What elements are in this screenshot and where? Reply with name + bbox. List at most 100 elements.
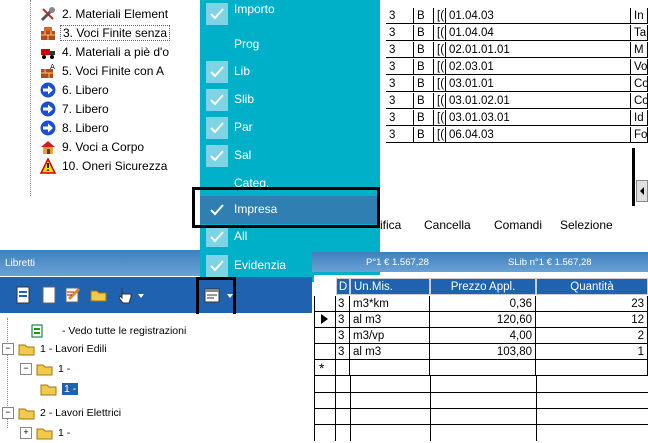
row-selector[interactable] xyxy=(314,312,336,328)
libretti-toolbar xyxy=(0,277,312,313)
row-selector[interactable] xyxy=(314,344,336,360)
column-header-d[interactable]: D xyxy=(336,278,350,295)
table-cell: B xyxy=(414,8,434,24)
tools-icon xyxy=(40,6,56,22)
table-cell: 02.01.01.01 xyxy=(446,42,631,58)
table-row[interactable]: 3 B [( 03.01.03.01 Id xyxy=(380,110,648,127)
table-row[interactable]: 3 B [( 03.01.01 Co xyxy=(380,76,648,93)
table-row[interactable]: 3 B [( 06.04.03 Fo xyxy=(380,127,648,144)
column-header-prezzo-appl[interactable]: Prezzo Appl. xyxy=(430,278,536,295)
table-row[interactable]: 3 al m3 103,80 1 xyxy=(314,344,648,360)
voci-grid: 3 B [( 01.04.03 In 3 B [( 01.04.04 Ta 3 … xyxy=(380,0,648,206)
menu-item-slib[interactable]: Slib xyxy=(200,86,380,114)
check-icon xyxy=(206,145,228,167)
tree-item-materiali-elementari[interactable]: 2. Materiali Element xyxy=(40,4,170,23)
table-row[interactable]: 3 B [( 01.04.03 In xyxy=(380,8,648,25)
menu-item-lib[interactable]: Lib xyxy=(200,58,380,86)
table-cell: 12 xyxy=(536,312,648,328)
collapse-icon[interactable]: − xyxy=(20,363,32,375)
dropdown-arrow-icon[interactable] xyxy=(136,286,146,304)
tree-item-oneri-sicurezza[interactable]: 10. Oneri Sicurezza xyxy=(39,156,169,175)
document-icon[interactable] xyxy=(14,286,32,304)
table-cell: B xyxy=(414,110,434,126)
table-row[interactable]: 3 B [( 02.03.01 Vo xyxy=(380,59,648,76)
table-cell: m3*km xyxy=(350,296,430,312)
tree-item-lavori-elettrici[interactable]: − 2 - Lavori Elettrici xyxy=(2,404,121,422)
table-cell: al m3 xyxy=(350,344,430,360)
warning-icon xyxy=(39,156,57,174)
menu-item-all[interactable]: All xyxy=(200,226,380,250)
blue-arrow-icon xyxy=(40,120,56,136)
menu-comandi[interactable]: Comandi xyxy=(494,218,542,232)
new-page-icon[interactable] xyxy=(40,286,58,304)
table-cell: B xyxy=(414,93,434,109)
tree-item-libero-7[interactable]: 7. Libero xyxy=(40,99,111,118)
check-icon xyxy=(206,117,228,139)
pointer-icon[interactable] xyxy=(116,286,134,304)
collapse-icon[interactable]: − xyxy=(2,407,14,419)
folder-open-icon[interactable] xyxy=(90,286,108,304)
edit-icon[interactable] xyxy=(64,286,82,304)
tree-item-elettrici-sub-1[interactable]: + 1 - xyxy=(20,424,70,442)
table-cell: [( xyxy=(434,8,446,24)
table-cell: 2 xyxy=(536,328,648,344)
tree-item-sub-1-1[interactable]: 1 - xyxy=(40,380,79,398)
table-cell: 3 xyxy=(386,127,414,143)
blue-arrow-icon xyxy=(40,101,56,117)
table-row[interactable]: 3 m3*km 0,36 23 xyxy=(314,296,648,312)
current-row-arrow-icon xyxy=(321,314,328,324)
tree-item-voci-a-corpo[interactable]: 9. Voci a Corpo xyxy=(40,137,146,156)
table-cell: 3 xyxy=(336,296,350,312)
menu-item-sal[interactable]: Sal xyxy=(200,142,380,170)
tree-item-sub-1[interactable]: − 1 - xyxy=(20,360,70,378)
blue-arrow-icon xyxy=(40,82,56,98)
menu-item-importo[interactable]: Importo xyxy=(200,0,380,28)
tree-item-lavori-edili[interactable]: − 1 - Lavori Edili xyxy=(2,340,107,358)
collapse-icon[interactable]: − xyxy=(2,343,14,355)
libretti-title: Libretti xyxy=(5,258,36,269)
table-cell: [( xyxy=(434,25,446,41)
new-row[interactable]: * xyxy=(314,360,648,376)
register-icon xyxy=(30,324,44,338)
tree-item-voci-finite-con-a[interactable]: A 5. Voci Finite con A xyxy=(40,61,166,80)
tree-item-vedo-tutte[interactable]: - Vedo tutte le registrazioni xyxy=(30,322,186,340)
table-cell: 1 xyxy=(536,344,648,360)
table-cell: 3 xyxy=(336,312,350,328)
menu-item-prog[interactable]: Prog xyxy=(200,31,380,59)
table-cell: 3 xyxy=(386,93,414,109)
table-row[interactable]: 3 m3/vp 4,00 2 xyxy=(314,328,648,344)
table-cell xyxy=(336,360,350,376)
table-row[interactable]: 3 B [( 03.01.02.01 Co xyxy=(380,93,648,110)
column-header-unita-misura[interactable]: Un.Mis. xyxy=(350,278,430,295)
table-cell: al m3 xyxy=(350,312,430,328)
table-cell: 06.04.03 xyxy=(446,127,631,143)
table-cell: Ta xyxy=(631,25,648,41)
table-cell: B xyxy=(414,42,434,58)
tree-item-libero-8[interactable]: 8. Libero xyxy=(40,118,111,137)
table-row[interactable]: 3 B [( 02.01.01.01 M xyxy=(380,42,648,59)
table-cell: 3 xyxy=(386,42,414,58)
menu-item-par[interactable]: Par xyxy=(200,114,380,142)
check-icon xyxy=(206,61,228,83)
grid-divider xyxy=(632,148,635,206)
arrow-left-icon xyxy=(640,187,644,195)
expand-icon[interactable]: + xyxy=(20,427,32,439)
row-selector[interactable] xyxy=(314,296,336,312)
table-cell: B xyxy=(414,76,434,92)
menu-selezione[interactable]: Selezione xyxy=(560,218,613,232)
table-row[interactable]: 3 al m3 120,60 12 xyxy=(314,312,648,328)
table-cell: [( xyxy=(434,93,446,109)
tree-item-voci-finite-senza[interactable]: 3. Voci Finite senza xyxy=(40,23,171,42)
grid-line xyxy=(314,408,648,409)
table-cell: 3 xyxy=(386,76,414,92)
menu-modifica[interactable]: ifica xyxy=(380,218,401,232)
tree-item-libero-6[interactable]: 6. Libero xyxy=(40,80,111,99)
row-selector[interactable] xyxy=(314,328,336,344)
table-row[interactable]: 3 B [( 01.04.04 Ta xyxy=(380,25,648,42)
column-header-quantita[interactable]: Quantità xyxy=(536,278,648,295)
tree-item-materiali-pie-opera[interactable]: 4. Materiali a piè d'o xyxy=(40,42,171,61)
bricks-a-icon: A xyxy=(40,63,56,79)
menu-cancella[interactable]: Cancella xyxy=(424,218,471,232)
table-cell: Vo xyxy=(631,59,648,75)
scroll-left-button[interactable] xyxy=(636,180,648,202)
